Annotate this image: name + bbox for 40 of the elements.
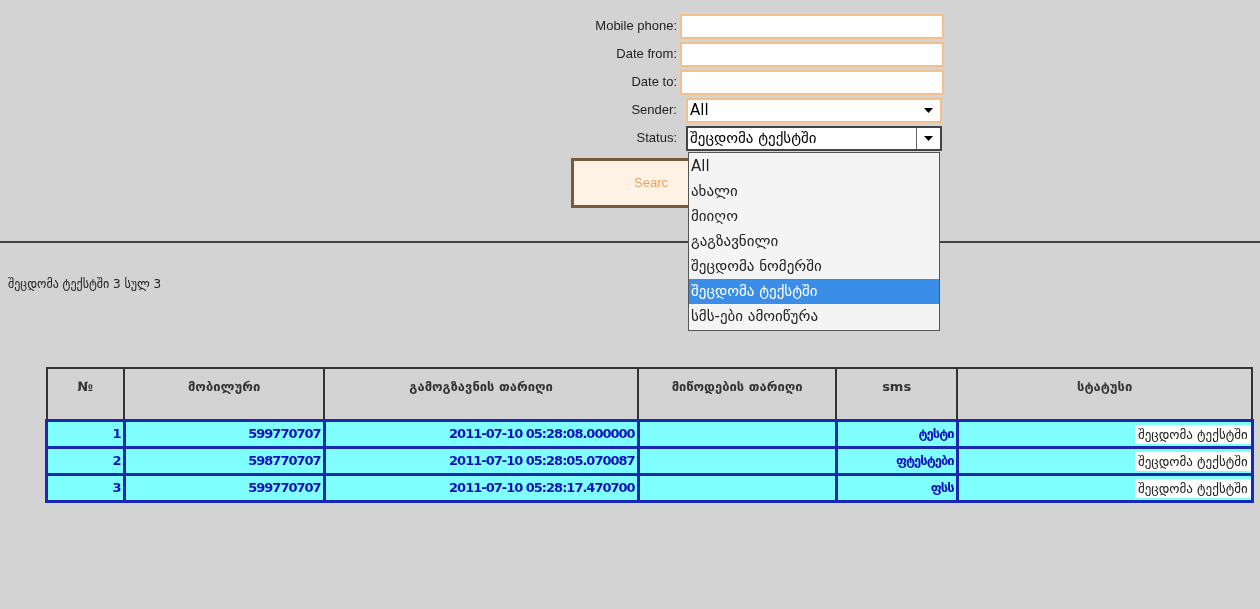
table-cell: 3: [46, 474, 125, 501]
select-field[interactable]: შეცდომა ტექსტში: [686, 125, 942, 151]
dropdown-option[interactable]: გაგზავნილი: [689, 229, 939, 254]
table-cell: ფსს: [836, 474, 958, 501]
select-field[interactable]: All: [686, 97, 942, 123]
table-cell: 2011-07-10 05:28:17.470700: [324, 474, 639, 501]
input-field[interactable]: [680, 13, 944, 39]
table-cell: 1: [46, 420, 125, 447]
dropdown-arrow-icon: [923, 107, 933, 113]
table-cell: 2011-07-10 05:28:05.070087: [324, 447, 639, 474]
table-cell: 599770707: [124, 474, 325, 501]
table-cell: 2011-07-10 05:28:08.000000: [324, 420, 639, 447]
field-label: Date from:: [615, 45, 678, 64]
dropdown-option[interactable]: მიიღო: [689, 204, 939, 229]
column-header: გამოგზავნის თარიღი: [324, 368, 639, 420]
results-summary: შეცდომა ტექსტში 3 სულ 3: [8, 277, 162, 291]
dropdown-option[interactable]: ახალი: [689, 179, 939, 204]
field-label: Date to:: [630, 73, 678, 92]
table-cell: ფტესტები: [836, 447, 958, 474]
column-header: №: [46, 368, 125, 420]
column-header: მობილური: [124, 368, 325, 420]
table-cell: 598770707: [124, 447, 325, 474]
field-label: Sender:: [630, 101, 678, 120]
column-header: მიწოდების თარიღი: [638, 368, 837, 420]
dropdown-option[interactable]: შეცდომა ნომერში: [689, 254, 939, 279]
status-cell: შეცდომა ტექსტში: [1134, 424, 1251, 444]
status-cell: შეცდომა ტექსტში: [1134, 478, 1251, 498]
column-header: sms: [836, 368, 958, 420]
status-cell: შეცდომა ტექსტში: [1134, 451, 1251, 471]
dropdown-arrow-icon: [924, 135, 933, 141]
dropdown-option[interactable]: All: [689, 154, 939, 179]
field-label: Mobile phone:: [594, 17, 678, 36]
column-header: სტატუსი: [957, 368, 1253, 420]
input-field[interactable]: [680, 41, 944, 67]
field-label: Status:: [635, 129, 678, 148]
table-cell: ტესტი: [836, 420, 958, 447]
dropdown-option[interactable]: სმს-ები ამოიწურა: [689, 304, 939, 329]
input-field[interactable]: [680, 69, 944, 95]
table-cell: 2: [46, 447, 125, 474]
table-cell: 599770707: [124, 420, 325, 447]
